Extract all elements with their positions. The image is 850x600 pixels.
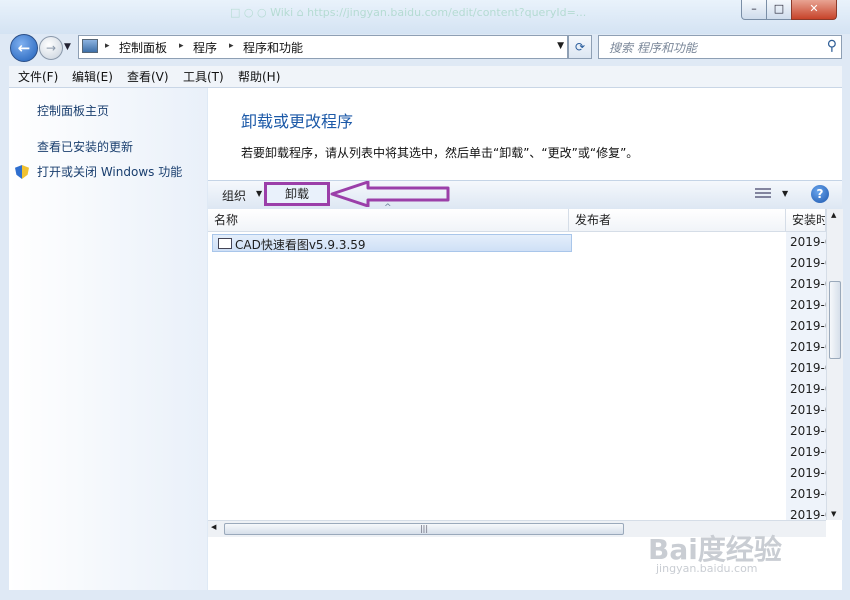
uninstall-button[interactable]: 卸载	[264, 182, 330, 206]
menu-view[interactable]: 查看(V)	[127, 68, 169, 85]
breadcrumb-programs-and-features[interactable]: 程序和功能	[243, 39, 303, 56]
breadcrumb-separator-icon[interactable]: ▸	[229, 41, 234, 51]
scroll-up-icon[interactable]: ▲	[831, 211, 836, 219]
breadcrumb-separator-icon[interactable]: ▸	[105, 41, 110, 51]
forward-button[interactable]: →	[39, 36, 63, 60]
annotation-arrow-icon	[330, 181, 450, 207]
menu-edit[interactable]: 编辑(E)	[72, 68, 113, 85]
installed-date-cell: 2019-0	[786, 442, 826, 463]
watermark-url: jingyan.baidu.com	[656, 562, 758, 575]
view-dropdown-icon[interactable]: ▼	[782, 189, 788, 198]
installed-date-cell: 2019-0	[786, 358, 826, 379]
column-header-publisher[interactable]: 发布者	[569, 209, 786, 231]
horizontal-scroll-thumb[interactable]: |||	[224, 523, 624, 535]
menu-file[interactable]: 文件(F)	[18, 68, 58, 85]
maximize-button[interactable]: □	[766, 0, 792, 20]
menu-tools[interactable]: 工具(T)	[183, 68, 224, 85]
help-icon[interactable]: ?	[811, 185, 829, 203]
vertical-scroll-thumb[interactable]	[829, 281, 841, 359]
installed-date-cell: 2019-0	[786, 484, 826, 505]
installed-date-cell: 2019-0	[786, 232, 826, 253]
command-toolbar: 组织 ▼ 卸载 ▼ ?	[208, 180, 842, 210]
installed-date-cell: 2019-0	[786, 463, 826, 484]
recent-pages-dropdown-icon[interactable]: ▼	[64, 42, 71, 52]
scroll-left-icon[interactable]: ◀	[211, 523, 216, 531]
page-title: 卸载或更改程序	[241, 112, 354, 131]
page-instruction: 若要卸载程序，请从列表中将其选中，然后单击“卸载”、“更改”或“修复”。	[241, 146, 639, 160]
column-header-installed-on[interactable]: 安装时	[786, 209, 826, 231]
background-browser-tabs: □ ○ ○ Wiki ⌂ https://jingyan.baidu.com/e…	[230, 6, 587, 19]
address-bar[interactable]: ▸ 控制面板 ▸ 程序 ▸ 程序和功能 ▼	[78, 35, 568, 59]
back-button[interactable]: ←	[10, 34, 38, 62]
search-input[interactable]: 搜索 程序和功能 ⚲	[598, 35, 842, 59]
refresh-button[interactable]: ⟳	[568, 35, 592, 59]
list-column-headers: 名称 ^ 发布者 安装时	[208, 203, 826, 232]
breadcrumb-programs[interactable]: 程序	[193, 39, 217, 56]
address-dropdown-icon[interactable]: ▼	[557, 41, 564, 51]
installed-date-cell: 2019-0	[786, 379, 826, 400]
table-row-selected[interactable]: CAD快速看图v5.9.3.59	[212, 234, 572, 252]
uac-shield-icon	[15, 165, 29, 179]
program-list: CAD快速看图v5.9.3.59 2019-02019-02019-02019-…	[208, 232, 826, 520]
organize-button[interactable]: 组织	[222, 187, 246, 204]
search-placeholder: 搜索 程序和功能	[609, 41, 697, 55]
installed-date-cell: 2019-0	[786, 505, 826, 520]
program-icon	[218, 238, 232, 249]
menu-bar: 文件(F) 编辑(E) 查看(V) 工具(T) 帮助(H)	[9, 66, 842, 88]
installed-date-cell: 2019-0	[786, 253, 826, 274]
link-control-panel-home[interactable]: 控制面板主页	[37, 102, 109, 119]
installed-date-cell: 2019-0	[786, 337, 826, 358]
menu-help[interactable]: 帮助(H)	[238, 68, 280, 85]
organize-dropdown-icon[interactable]: ▼	[256, 189, 262, 198]
installed-date-cell: 2019-0	[786, 274, 826, 295]
installed-date-cell: 2019-0	[786, 295, 826, 316]
breadcrumb-control-panel[interactable]: 控制面板	[119, 39, 167, 56]
installed-date-cell: 2019-0	[786, 316, 826, 337]
installed-date-cell: 2019-0	[786, 421, 826, 442]
close-button[interactable]: ✕	[791, 0, 837, 20]
scroll-down-icon[interactable]: ▼	[831, 510, 836, 518]
search-icon[interactable]: ⚲	[827, 38, 837, 54]
vertical-scrollbar[interactable]: ▲ ▼	[826, 209, 843, 520]
program-name[interactable]: CAD快速看图v5.9.3.59	[235, 236, 366, 253]
sort-ascending-icon: ^	[384, 203, 392, 213]
breadcrumb-separator-icon[interactable]: ▸	[179, 41, 184, 51]
change-view-icon[interactable]	[755, 188, 771, 200]
link-windows-features[interactable]: 打开或关闭 Windows 功能	[37, 163, 182, 180]
installed-date-cell: 2019-0	[786, 400, 826, 421]
link-view-installed-updates[interactable]: 查看已安装的更新	[37, 138, 133, 155]
task-pane: 控制面板主页 查看已安装的更新 打开或关闭 Windows 功能	[9, 88, 207, 590]
control-panel-icon	[82, 39, 98, 53]
main-content: 卸载或更改程序 若要卸载程序，请从列表中将其选中，然后单击“卸载”、“更改”或“…	[208, 88, 843, 590]
minimize-button[interactable]: –	[741, 0, 767, 20]
